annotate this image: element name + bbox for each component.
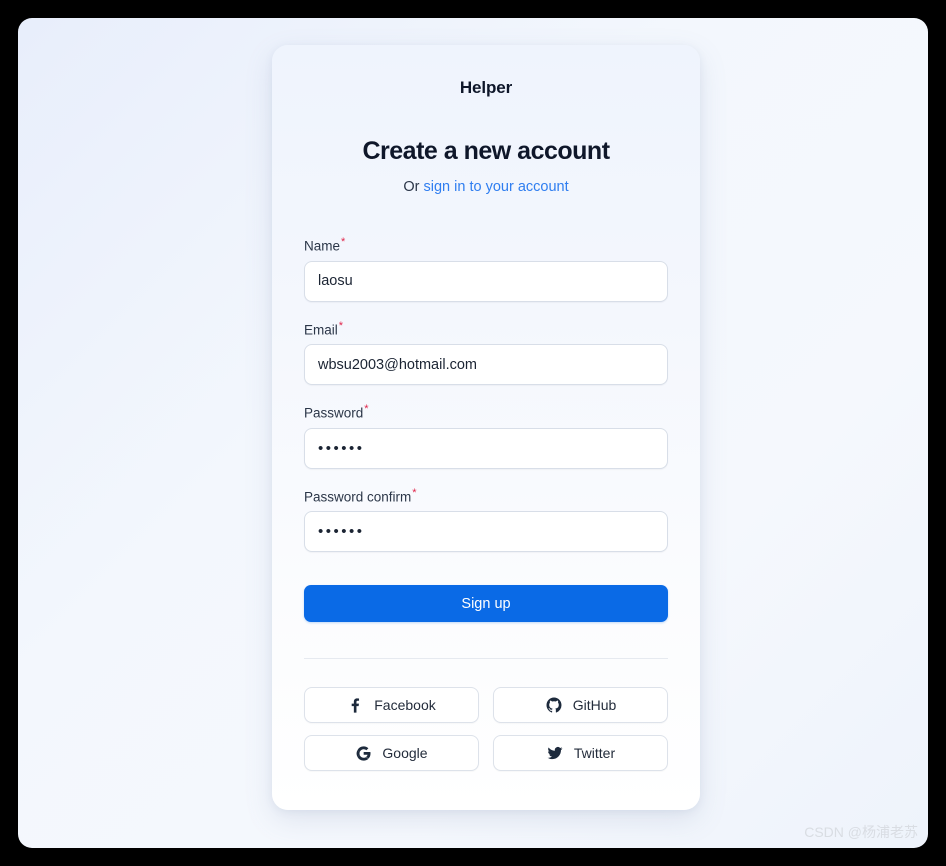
- github-login-label: GitHub: [572, 697, 617, 713]
- facebook-icon: [347, 697, 364, 714]
- password-label: Password*: [304, 403, 668, 421]
- field-password: Password*: [304, 403, 668, 469]
- google-login-button[interactable]: Google: [304, 735, 479, 771]
- field-password-confirm: Password confirm*: [304, 487, 668, 552]
- divider: [304, 658, 668, 659]
- name-label-text: Name: [304, 238, 341, 254]
- password-input[interactable]: [304, 427, 668, 469]
- facebook-login-button[interactable]: Facebook: [304, 687, 479, 723]
- sign-up-button[interactable]: Sign up: [304, 585, 668, 622]
- required-asterisk: *: [341, 236, 346, 248]
- field-email: Email*: [304, 320, 668, 385]
- signin-prompt: Or sign in to your account: [272, 179, 700, 195]
- password-label-text: Password: [304, 405, 364, 421]
- email-label-text: Email: [304, 322, 338, 337]
- signup-card: Helper Create a new account Or sign in t…: [272, 45, 700, 810]
- facebook-login-label: Facebook: [374, 697, 436, 713]
- app-viewport: Helper Create a new account Or sign in t…: [18, 18, 928, 848]
- name-label: Name*: [304, 236, 668, 254]
- name-input[interactable]: [304, 260, 668, 302]
- required-asterisk: *: [364, 403, 369, 415]
- signup-form: Name* Email* Password* Password confirm*…: [304, 236, 668, 771]
- signin-link[interactable]: sign in to your account: [424, 179, 569, 195]
- password-confirm-label: Password confirm*: [304, 487, 668, 505]
- required-asterisk: *: [412, 486, 417, 499]
- google-login-label: Google: [382, 745, 428, 761]
- page-title: Create a new account: [362, 137, 610, 165]
- social-login-group: Facebook GitHub Google Twitter: [304, 687, 668, 771]
- google-icon: [355, 745, 372, 762]
- required-asterisk: *: [338, 319, 344, 332]
- github-login-button[interactable]: GitHub: [493, 687, 668, 723]
- password-confirm-label-text: Password confirm: [304, 489, 412, 504]
- twitter-login-label: Twitter: [573, 745, 616, 761]
- password-confirm-input[interactable]: [304, 511, 668, 552]
- twitter-icon: [546, 744, 564, 762]
- email-label: Email*: [304, 320, 668, 338]
- github-icon: [545, 696, 563, 714]
- email-input[interactable]: [304, 344, 668, 385]
- field-name: Name*: [304, 236, 668, 302]
- twitter-login-button[interactable]: Twitter: [493, 735, 668, 771]
- brand-title: Helper: [459, 78, 513, 97]
- watermark: CSDN @杨浦老苏: [804, 824, 918, 840]
- or-text: Or: [403, 179, 424, 195]
